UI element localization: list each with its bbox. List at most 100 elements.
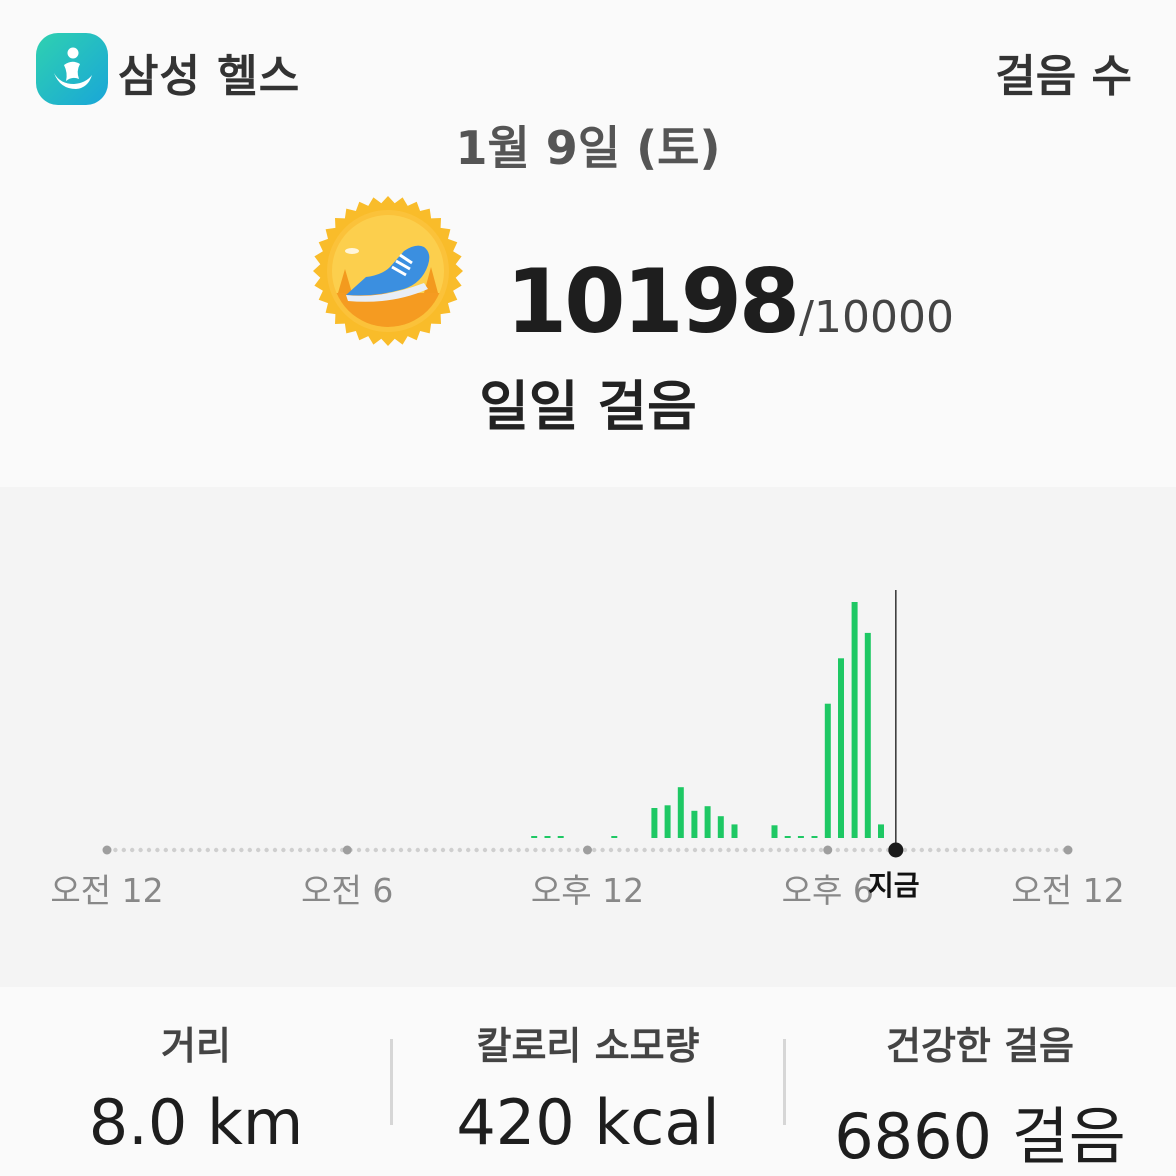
date-label[interactable]: 1월 9일 (토) (0, 112, 1176, 178)
baseline-dot (172, 847, 177, 853)
app-name: 삼성 헬스 (118, 51, 301, 102)
baseline-dot (986, 847, 992, 853)
baseline-dot (1045, 847, 1051, 853)
baseline-dot (902, 847, 908, 853)
baseline-dot (466, 847, 471, 853)
baseline-dot (802, 847, 807, 853)
step-count-summary: 10198/10000 (506, 250, 954, 353)
baseline-dot (961, 847, 966, 853)
baseline-dot (499, 847, 504, 853)
step-bar (878, 824, 884, 838)
baseline-dot (701, 847, 706, 853)
baseline-dot (516, 847, 521, 853)
baseline-dot (970, 847, 975, 853)
baseline-dot (550, 847, 555, 853)
step-bar (731, 824, 738, 838)
baseline-dot (634, 847, 639, 853)
baseline-dot (1012, 847, 1017, 853)
baseline-dot (835, 847, 840, 853)
stat-label: 건강한 걸음 (885, 1024, 1075, 1068)
baseline-dot (558, 847, 563, 853)
baseline-dot (650, 847, 656, 853)
baseline-dot (188, 847, 194, 853)
baseline-dot (877, 847, 882, 853)
hourly-steps-chart[interactable]: 오전 12 오전 6 오후 12 오후 6 오전 12 지금 (0, 487, 1176, 987)
step-bar (704, 806, 711, 838)
baseline-dot (424, 847, 429, 853)
x-tick-label: 오전 6 (301, 871, 394, 910)
baseline-dot (642, 847, 647, 853)
baseline-dot (457, 847, 462, 853)
step-bar (557, 836, 564, 838)
x-tick-label: 오후 12 (530, 871, 645, 910)
baseline-dot (222, 847, 227, 853)
baseline-dot (121, 847, 127, 853)
baseline-dot (230, 847, 236, 853)
x-tick-label: 오전 12 (50, 871, 164, 910)
stats-row: 거리 8.0 km 칼로리 소모량 420 kcal 건강한 걸음 6860 걸… (0, 987, 1176, 1176)
baseline-dot (146, 847, 152, 853)
baseline-dot (566, 847, 572, 853)
app-header: 삼성 헬스 걸음 수 (0, 0, 1176, 110)
step-bar (544, 836, 551, 838)
stat-label: 거리 (161, 1024, 231, 1068)
baseline-dot (869, 847, 874, 853)
stat-value: 420 kcal (456, 1086, 720, 1159)
baseline-dot (373, 847, 378, 853)
baseline-dot (625, 847, 630, 853)
baseline-dot (684, 847, 689, 853)
baseline-dot (407, 847, 412, 853)
baseline-dot (180, 847, 185, 853)
baseline-dot (155, 847, 160, 853)
baseline-dot (953, 847, 958, 853)
baseline-dot (533, 847, 538, 853)
running-shoe-badge-icon (312, 195, 464, 347)
baseline-dot (726, 847, 731, 853)
step-bar (838, 658, 844, 838)
baseline-dot (1028, 847, 1034, 853)
baseline-dot (365, 847, 370, 853)
baseline-dot (978, 847, 983, 853)
baseline-dot (608, 847, 614, 853)
step-bar (691, 810, 698, 838)
baseline-dot (205, 847, 210, 853)
step-bar (531, 836, 538, 838)
x-tick-marker (823, 845, 833, 855)
baseline-dot (818, 847, 824, 853)
baseline-dot (382, 847, 387, 853)
baseline-dot (482, 847, 488, 853)
baseline-dot (600, 847, 605, 853)
baseline-dot (306, 847, 311, 853)
baseline-dot (936, 847, 941, 853)
baseline-dot (264, 847, 269, 853)
baseline-dot (130, 847, 135, 853)
step-bar (677, 787, 684, 838)
baseline-dot (751, 847, 756, 853)
stat-distance: 거리 8.0 km (0, 987, 392, 1159)
baseline-dot (617, 847, 622, 853)
stat-healthy-steps: 건강한 걸음 6860 걸음 (784, 987, 1176, 1176)
baseline-dot (667, 847, 672, 853)
x-tick-label: 오후 6 (781, 871, 874, 910)
baseline-dot (197, 847, 202, 853)
baseline-dot (1003, 847, 1008, 853)
baseline-dot (575, 847, 580, 853)
x-tick-label: 오전 12 (1011, 871, 1125, 910)
baseline-dot (995, 847, 1000, 853)
x-tick-marker (342, 845, 352, 855)
baseline-dot (415, 847, 420, 853)
baseline-dot (138, 847, 143, 853)
baseline-dot (928, 847, 933, 853)
step-bar (664, 805, 671, 838)
baseline-dot (785, 847, 790, 853)
baseline-dot (491, 847, 496, 853)
samsung-health-runner-icon[interactable] (36, 33, 108, 105)
baseline-dot (432, 847, 437, 853)
now-label: 지금 (868, 869, 920, 902)
baseline-dot (314, 847, 320, 853)
baseline-dot (709, 847, 714, 853)
baseline-dot (524, 847, 530, 853)
stat-value: 8.0 km (88, 1086, 304, 1159)
baseline-dot (676, 847, 681, 853)
step-bar (797, 836, 804, 838)
